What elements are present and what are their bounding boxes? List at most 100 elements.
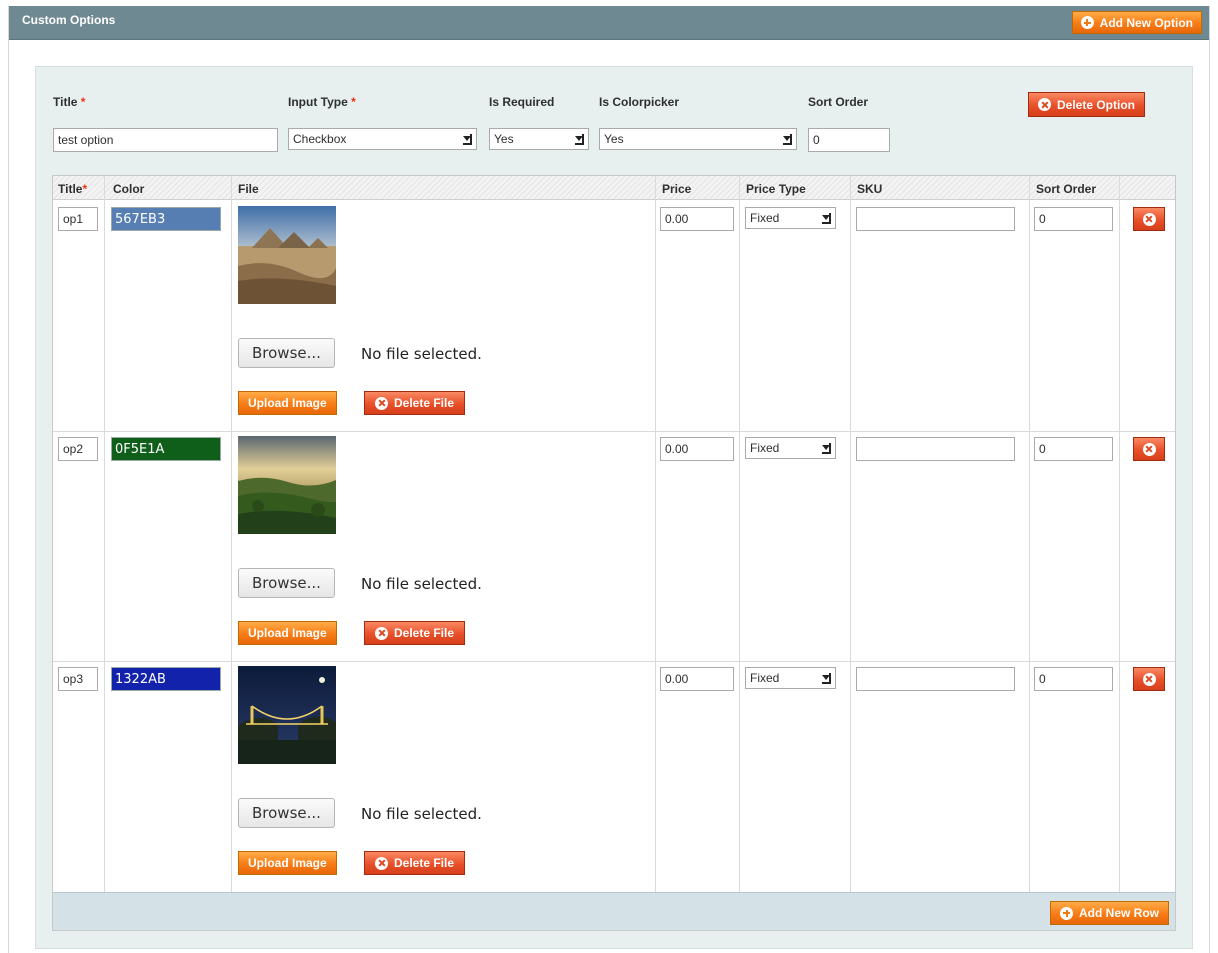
sku-input[interactable] [856,667,1015,691]
browse-button[interactable]: Browse... [238,798,335,828]
delete-option-label: Delete Option [1057,97,1136,112]
delete-file-button[interactable]: Delete File [364,851,466,875]
price-input[interactable]: 0.00 [660,437,734,461]
row-title-input[interactable]: op2 [58,437,98,461]
delete-row-button[interactable] [1133,667,1165,691]
delete-row-button[interactable] [1133,437,1165,461]
upload-image-button[interactable]: Upload Image [238,851,337,875]
section-header: Custom Options Add New Option [9,6,1209,40]
plus-icon [1060,906,1073,920]
input-type-value: Checkbox [293,132,347,146]
close-circle-icon [1142,672,1156,686]
upload-image-button[interactable]: Upload Image [238,391,337,415]
option-box: Title * Input Type * Is Required Is Colo… [35,66,1193,949]
th-color: Color [113,182,145,196]
option-values-grid: Title* Color File Price Price Type SKU S… [52,175,1176,931]
delete-file-label: Delete File [394,626,455,640]
grid-footer: Add New Row [53,892,1175,930]
price-type-select[interactable]: Fixed [745,437,836,459]
delete-file-button[interactable]: Delete File [364,391,466,415]
required-marker: * [351,95,356,109]
column-divider [739,176,740,892]
close-circle-icon [375,856,388,870]
column-divider [850,176,851,892]
close-circle-icon [1142,442,1156,456]
thumbnail-image [238,206,336,304]
pyramids-image [238,206,336,304]
browse-button[interactable]: Browse... [238,568,335,598]
required-marker: * [80,95,86,109]
bridge-night-image [238,666,336,764]
no-file-text: No file selected. [361,575,482,593]
plus-icon [1080,16,1094,29]
is-colorpicker-select[interactable]: Yes [599,128,797,150]
th-file: File [238,182,259,196]
option-title-input[interactable]: test option [53,128,278,152]
row-sort-order-input[interactable]: 0 [1034,667,1113,691]
add-new-row-button[interactable]: Add New Row [1050,901,1169,925]
is-required-value: Yes [494,132,514,146]
price-type-select[interactable]: Fixed [745,667,836,689]
column-divider [104,176,105,892]
dropdown-arrow-icon [463,134,472,145]
add-new-row-label: Add New Row [1079,906,1159,920]
sort-order-input[interactable]: 0 [808,128,890,152]
row-sort-order-input[interactable]: 0 [1034,437,1113,461]
is-colorpicker-value: Yes [604,132,624,146]
option-title-label: Title * [53,95,86,109]
custom-options-section: Custom Options Add New Option Title * In… [8,6,1210,953]
dropdown-arrow-icon [575,134,584,145]
row-sort-order-input[interactable]: 0 [1034,207,1113,231]
thumbnail-image [238,666,336,764]
column-divider [1029,176,1030,892]
close-circle-icon [1142,212,1156,226]
input-type-label: Input Type * [288,95,356,109]
section-title: Custom Options [22,13,116,27]
sort-order-label: Sort Order [808,95,869,109]
valley-image [238,436,336,534]
th-price: Price [662,182,692,196]
th-sort-order: Sort Order [1036,182,1097,196]
color-swatch-input[interactable]: 0F5E1A [111,437,221,461]
is-colorpicker-label: Is Colorpicker [599,95,680,109]
dropdown-arrow-icon [822,673,831,684]
color-swatch-input[interactable]: 1322AB [111,667,221,691]
price-input[interactable]: 0.00 [660,667,734,691]
is-required-select[interactable]: Yes [489,128,589,150]
add-new-option-button[interactable]: Add New Option [1071,11,1202,34]
no-file-text: No file selected. [361,345,482,363]
price-input[interactable]: 0.00 [660,207,734,231]
browse-button[interactable]: Browse... [238,338,335,368]
color-swatch-input[interactable]: 567EB3 [111,207,221,231]
close-circle-icon [375,396,388,410]
row-title-input[interactable]: op3 [58,667,98,691]
price-type-select[interactable]: Fixed [745,207,836,229]
add-new-option-label: Add New Option [1099,15,1193,30]
is-required-label: Is Required [489,95,555,109]
delete-file-label: Delete File [394,856,455,870]
delete-option-button[interactable]: Delete Option [1028,92,1146,117]
dropdown-arrow-icon [783,134,792,145]
row-divider [53,661,1175,662]
delete-row-button[interactable] [1133,207,1165,231]
dropdown-arrow-icon [822,443,831,454]
no-file-text: No file selected. [361,805,482,823]
row-title-input[interactable]: op1 [58,207,98,231]
input-type-select[interactable]: Checkbox [288,128,477,150]
column-divider [1119,176,1120,892]
th-sku: SKU [857,182,883,196]
close-circle-icon [1038,98,1051,111]
sku-input[interactable] [856,437,1015,461]
grid-header: Title* Color File Price Price Type SKU S… [53,176,1175,200]
upload-image-button[interactable]: Upload Image [238,621,337,645]
thumbnail-image [238,436,336,534]
column-divider [231,176,232,892]
dropdown-arrow-icon [822,213,831,224]
row-divider [53,431,1175,432]
close-circle-icon [375,626,388,640]
column-divider [655,176,656,892]
sku-input[interactable] [856,207,1015,231]
th-price-type: Price Type [746,182,806,196]
th-title: Title* [58,182,88,196]
delete-file-button[interactable]: Delete File [364,621,466,645]
